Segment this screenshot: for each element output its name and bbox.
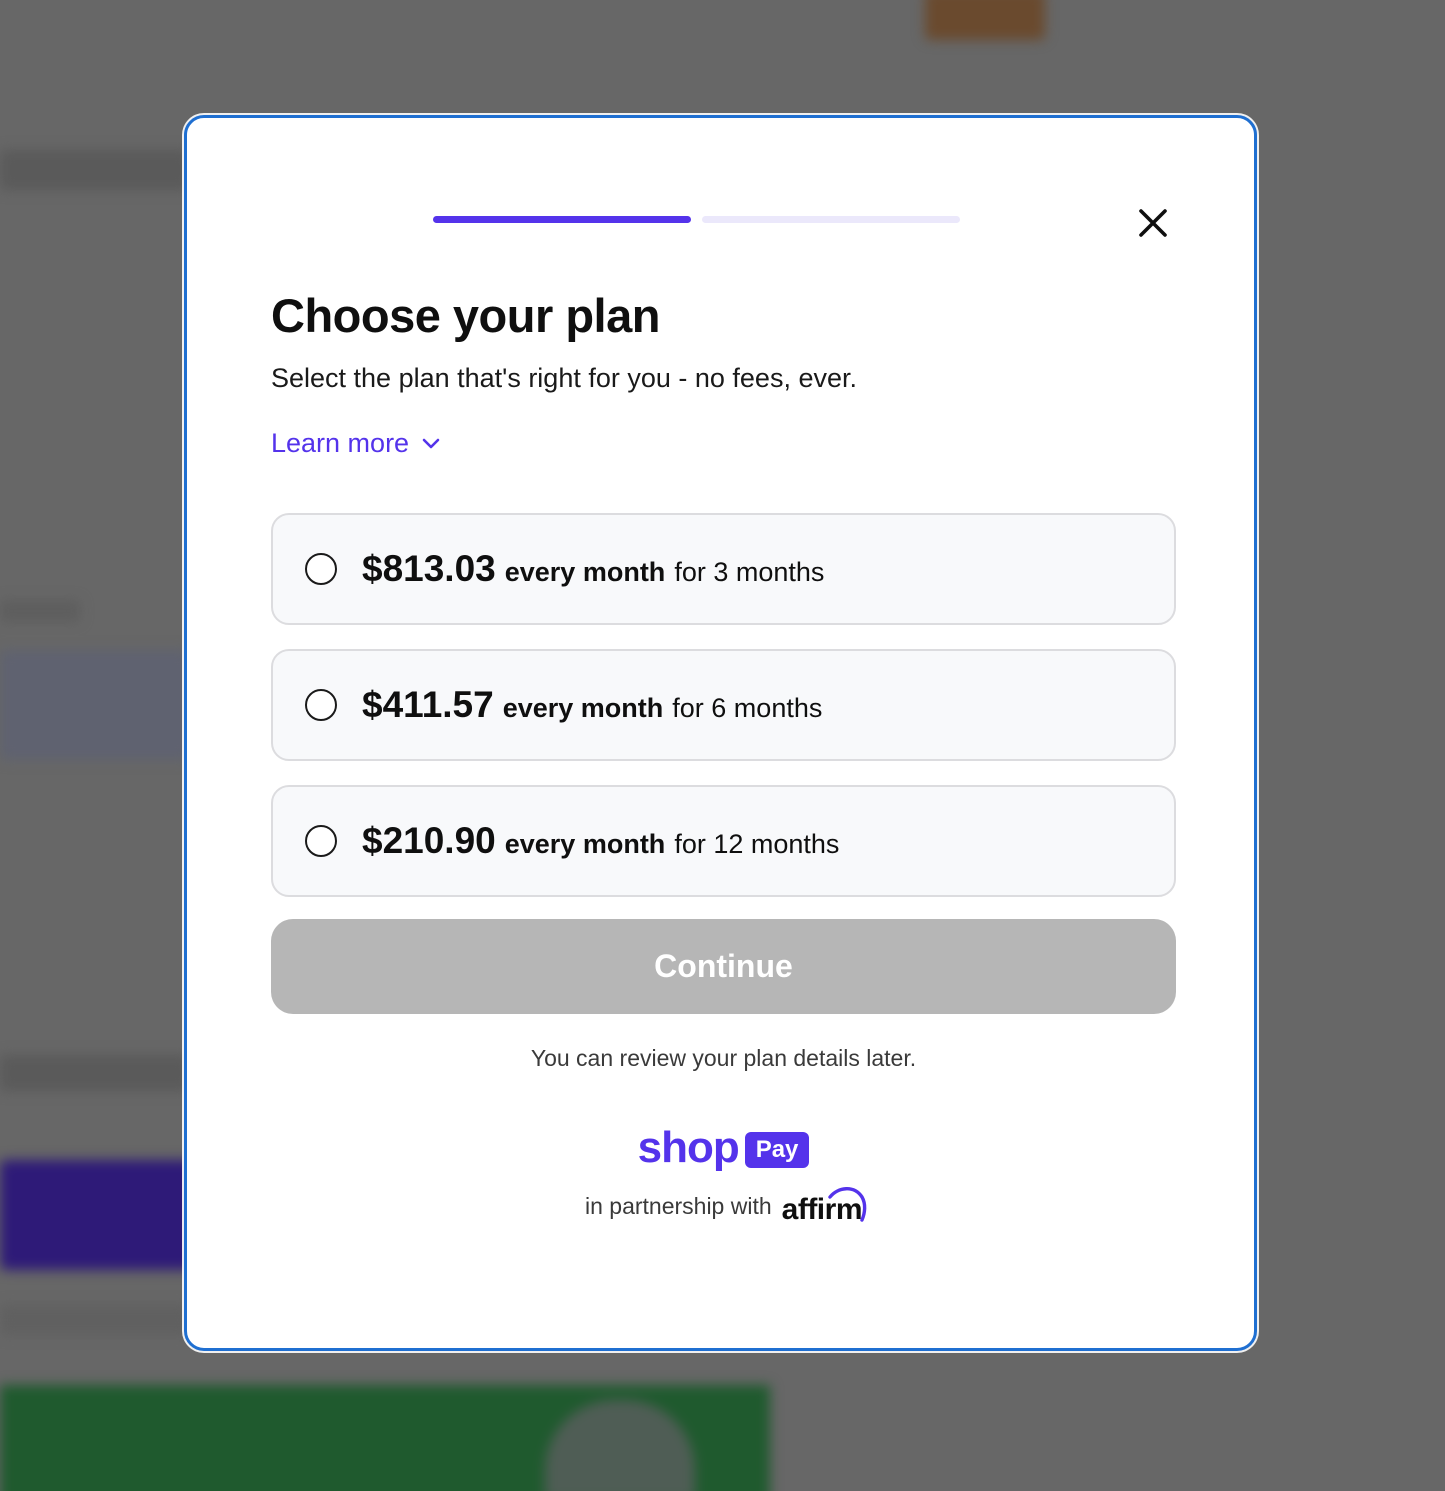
plan-term: for 3 months [674, 557, 825, 587]
radio-button[interactable] [305, 689, 337, 721]
shop-wordmark: shop [637, 1123, 740, 1172]
shop-pay-logo: shop Pay [271, 1123, 1176, 1173]
radio-button[interactable] [305, 825, 337, 857]
chevron-down-icon [422, 438, 440, 448]
plan-options: $813.03 every month for 3 months $411.57… [271, 513, 1176, 921]
plan-term: for 12 months [674, 829, 840, 859]
progress-step-2 [702, 216, 960, 223]
learn-more-label: Learn more [271, 428, 410, 458]
review-note: You can review your plan details later. [530, 1045, 917, 1071]
learn-more-link[interactable]: Learn more [271, 428, 441, 459]
plan-term: for 6 months [672, 693, 823, 723]
plan-price: $813.03 [362, 548, 496, 589]
plan-text: $411.57 every month for 6 months [362, 684, 822, 726]
background-text [0, 1055, 190, 1091]
close-icon [1139, 209, 1167, 237]
step-progress [433, 216, 960, 223]
plan-option-3-months[interactable]: $813.03 every month for 3 months [271, 513, 1176, 625]
plan-option-12-months[interactable]: $210.90 every month for 12 months [271, 785, 1176, 897]
radio-button[interactable] [305, 553, 337, 585]
background-panel [0, 650, 190, 760]
plan-text: $210.90 every month for 12 months [362, 820, 839, 862]
plan-frequency: every month [504, 829, 666, 859]
plan-modal: Choose your plan Select the plan that's … [184, 115, 1257, 1351]
partnership-text: in partnership with [584, 1193, 772, 1219]
plan-frequency: every month [504, 557, 666, 587]
affirm-logo: affirm [782, 1183, 867, 1226]
background-button [0, 1160, 200, 1270]
background-caption [0, 1305, 190, 1335]
modal-title: Choose your plan [271, 289, 660, 342]
plan-frequency: every month [502, 693, 664, 723]
continue-button[interactable]: Continue [271, 919, 1176, 1014]
background-thumbnail [925, 0, 1045, 40]
plan-text: $813.03 every month for 3 months [362, 548, 824, 590]
plan-option-6-months[interactable]: $411.57 every month for 6 months [271, 649, 1176, 761]
background-label [0, 600, 80, 622]
progress-step-1 [433, 216, 691, 223]
partnership-line: in partnership with affirm [271, 1183, 1176, 1226]
pay-badge: Pay [744, 1132, 810, 1168]
background-heading [0, 150, 190, 190]
plan-price: $210.90 [362, 820, 496, 861]
modal-subtitle: Select the plan that's right for you - n… [271, 363, 857, 393]
close-button[interactable] [1133, 203, 1173, 243]
plan-price: $411.57 [362, 684, 494, 725]
affirm-arc-icon [828, 1187, 867, 1222]
